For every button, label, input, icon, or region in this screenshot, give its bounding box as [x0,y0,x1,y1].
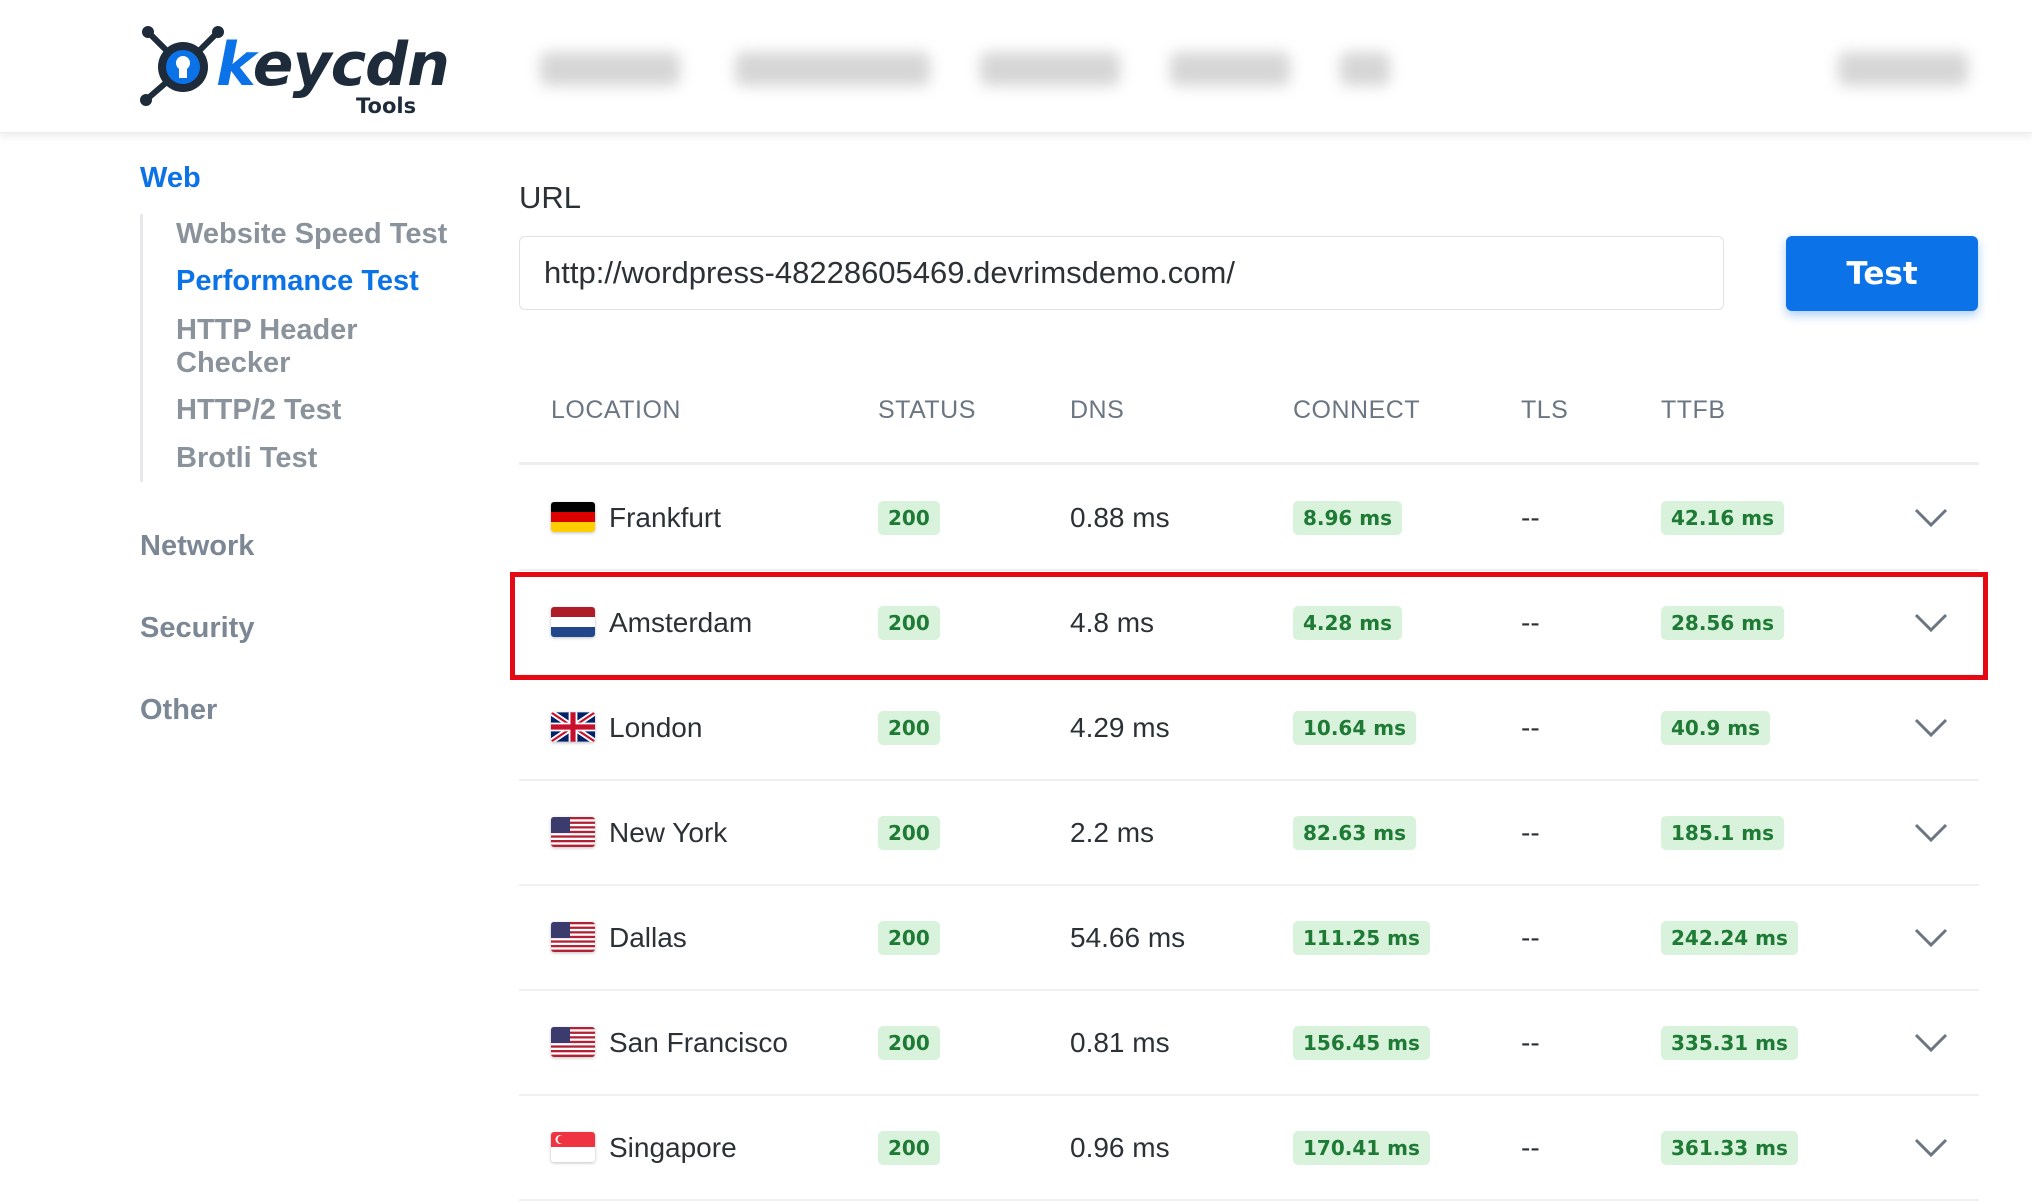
expand-chevron-down-icon[interactable] [1913,571,1949,674]
usa-flag-icon [551,922,595,952]
uk-flag-icon [551,712,595,742]
row-tls: -- [1521,921,1540,953]
connect-badge: 111.25 ms [1293,920,1430,955]
table-header-divider [519,462,1979,465]
column-header-ttfb: TTFB [1661,396,1726,424]
ttfb-badge: 361.33 ms [1661,1130,1798,1165]
ttfb-badge: 185.1 ms [1661,815,1784,850]
connect-badge: 4.28 ms [1293,605,1403,640]
row-dns: 2.2 ms [1070,816,1155,848]
sidebar-item-brotli-test[interactable]: Brotli Test [176,442,476,475]
sidebar-category-network[interactable]: Network [140,530,254,563]
connect-badge: 10.64 ms [1293,710,1416,745]
sidebar-heading-web[interactable]: Web [140,162,201,195]
expand-chevron-down-icon[interactable] [1913,676,1949,779]
table-row[interactable]: Frankfurt 200 0.88 ms 8.96 ms -- 42.16 m… [519,466,1979,571]
sidebar-item-http-header-checker[interactable]: HTTP Header Checker [176,314,406,380]
sidebar-item-performance-test[interactable]: Performance Test [176,265,476,298]
top-header: keycdn Tools [0,0,2032,133]
row-location: Frankfurt [609,501,722,533]
ttfb-badge: 242.24 ms [1661,920,1798,955]
ttfb-badge: 40.9 ms [1661,710,1771,745]
germany-flag-icon [551,502,595,532]
row-tls: -- [1521,816,1540,848]
table-row[interactable]: New York 200 2.2 ms 82.63 ms -- 185.1 ms [519,781,1979,886]
keycdn-logo[interactable]: keycdn Tools [138,22,450,122]
row-tls: -- [1521,1026,1540,1058]
column-header-connect: CONNECT [1293,396,1421,424]
ttfb-badge: 42.16 ms [1661,500,1784,535]
sidebar-web-list: Website Speed Test Performance Test HTTP… [140,214,473,482]
status-badge: 200 [878,710,940,745]
row-dns: 0.88 ms [1070,501,1170,533]
sidebar-item-website-speed-test[interactable]: Website Speed Test [176,218,476,251]
column-header-tls: TLS [1521,396,1569,424]
column-header-dns: DNS [1070,396,1125,424]
ttfb-badge: 28.56 ms [1661,605,1784,640]
expand-chevron-down-icon[interactable] [1913,991,1949,1094]
nav-item-blurred-3[interactable] [980,52,1120,86]
row-tls: -- [1521,1131,1540,1163]
row-dns: 0.96 ms [1070,1131,1170,1163]
netherlands-flag-icon [551,607,595,637]
status-badge: 200 [878,1025,940,1060]
status-badge: 200 [878,605,940,640]
row-dns: 4.8 ms [1070,606,1155,638]
status-badge: 200 [878,920,940,955]
test-button[interactable]: Test [1786,236,1978,311]
row-location: Dallas [609,921,687,953]
connect-badge: 8.96 ms [1293,500,1403,535]
sidebar-category-security[interactable]: Security [140,612,254,645]
status-badge: 200 [878,500,940,535]
expand-chevron-down-icon[interactable] [1913,1096,1949,1199]
url-label: URL [519,180,582,215]
table-row[interactable]: Amsterdam 200 4.8 ms 4.28 ms -- 28.56 ms [519,571,1979,676]
row-dns: 4.29 ms [1070,711,1170,743]
expand-chevron-down-icon[interactable] [1913,466,1949,569]
nav-item-blurred-6[interactable] [1838,52,1968,86]
row-dns: 54.66 ms [1070,921,1186,953]
column-header-status: STATUS [878,396,976,424]
row-location: New York [609,816,728,848]
row-location: Amsterdam [609,606,753,638]
row-tls: -- [1521,501,1540,533]
keycdn-logo-icon [140,26,224,106]
usa-flag-icon [551,817,595,847]
logo-subtitle: Tools [356,94,417,118]
table-row[interactable]: Dallas 200 54.66 ms 111.25 ms -- 242.24 … [519,886,1979,991]
connect-badge: 82.63 ms [1293,815,1416,850]
nav-item-blurred-4[interactable] [1170,52,1290,86]
nav-item-blurred-1[interactable] [540,52,680,86]
connect-badge: 156.45 ms [1293,1025,1430,1060]
sidebar-category-other[interactable]: Other [140,694,217,727]
table-row[interactable]: San Francisco 200 0.81 ms 156.45 ms -- 3… [519,991,1979,1096]
row-location: San Francisco [609,1026,788,1058]
expand-chevron-down-icon[interactable] [1913,781,1949,884]
nav-item-blurred-2[interactable] [735,52,930,86]
singapore-flag-icon [551,1132,595,1162]
row-location: Singapore [609,1131,737,1163]
nav-item-blurred-5[interactable] [1340,52,1390,86]
row-tls: -- [1521,711,1540,743]
connect-badge: 170.41 ms [1293,1130,1430,1165]
status-badge: 200 [878,815,940,850]
column-header-location: LOCATION [551,396,681,424]
row-tls: -- [1521,606,1540,638]
ttfb-badge: 335.31 ms [1661,1025,1798,1060]
row-dns: 0.81 ms [1070,1026,1170,1058]
url-input[interactable] [519,236,1724,310]
usa-flag-icon [551,1027,595,1057]
status-badge: 200 [878,1130,940,1165]
expand-chevron-down-icon[interactable] [1913,886,1949,989]
row-location: London [609,711,703,743]
table-row[interactable]: London 200 4.29 ms 10.64 ms -- 40.9 ms [519,676,1979,781]
table-row[interactable]: Singapore 200 0.96 ms 170.41 ms -- 361.3… [519,1096,1979,1201]
sidebar-item-http2-test[interactable]: HTTP/2 Test [176,394,476,427]
logo-wordmark: keycdn [216,30,450,100]
